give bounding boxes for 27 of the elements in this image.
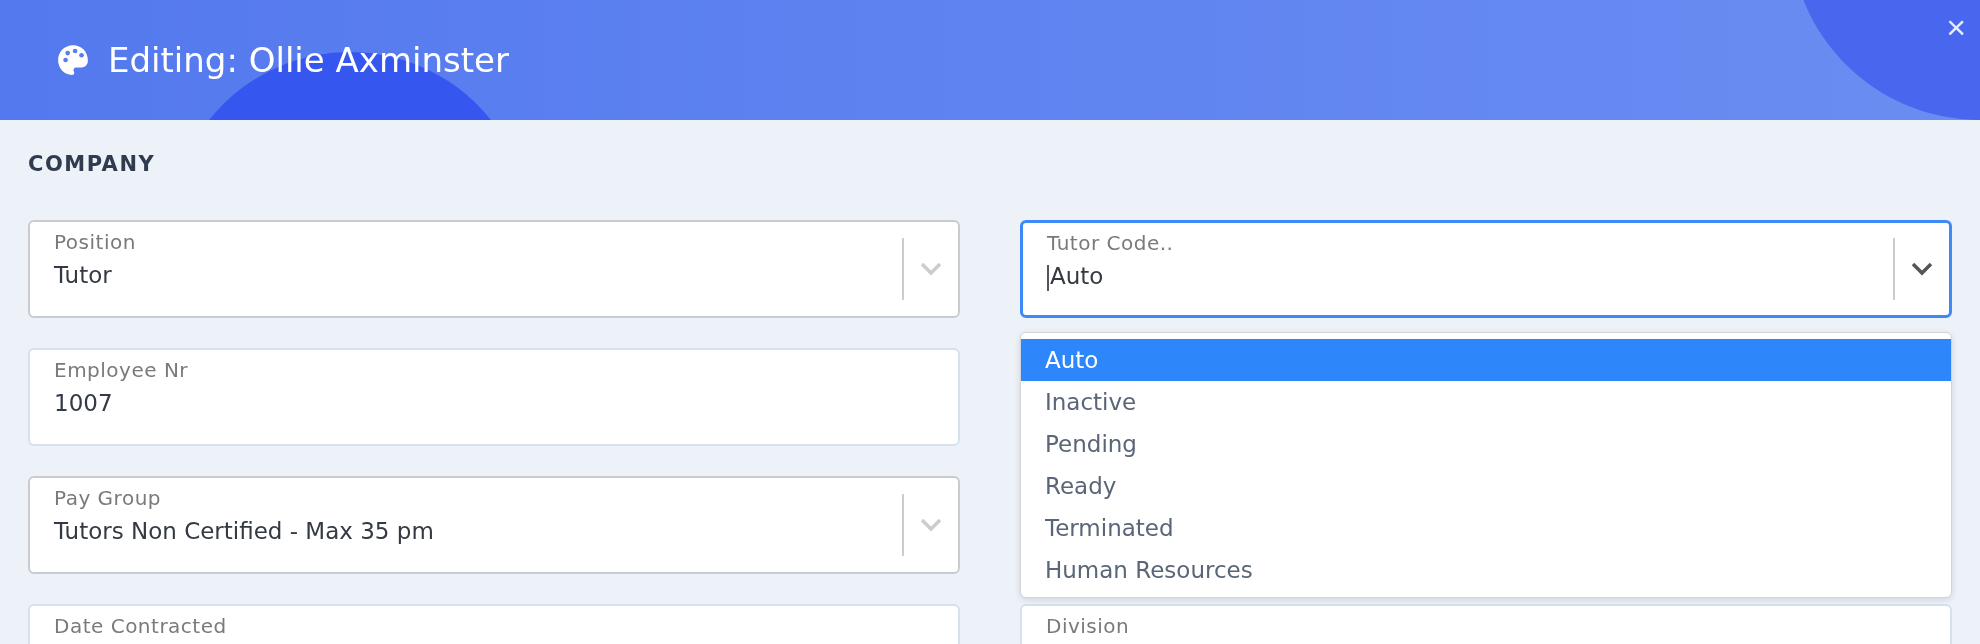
field-label: Pay Group <box>54 486 162 510</box>
dropdown-option[interactable]: Inactive <box>1021 381 1951 423</box>
chevron-down-icon[interactable] <box>1911 262 1933 276</box>
section-title: COMPANY <box>28 152 157 176</box>
dropdown-option[interactable]: Human Resources <box>1021 549 1951 591</box>
field-value: Tutor <box>54 262 113 288</box>
field-label: Employee Nr <box>54 358 190 382</box>
field-label: Tutor Code.. <box>1047 231 1175 255</box>
dropdown-option[interactable]: Ready <box>1021 465 1951 507</box>
input-field[interactable]: Employee Nr 1007 <box>28 348 960 446</box>
input-field[interactable]: Date Contracted <box>28 604 960 644</box>
close-button[interactable]: × <box>1940 10 1972 44</box>
dialog-title: Editing: Ollie Axminster <box>108 40 509 80</box>
field-label: Position <box>54 230 137 254</box>
field-label: Date Contracted <box>54 614 228 638</box>
dropdown-option[interactable]: Auto <box>1021 339 1951 381</box>
dropdown-option[interactable]: Terminated <box>1021 507 1951 549</box>
select-field[interactable]: Position Tutor <box>28 220 960 318</box>
field-label: Division <box>1046 614 1131 638</box>
palette-icon <box>56 43 90 77</box>
dropdown-option[interactable]: Pending <box>1021 423 1951 465</box>
field-value: Tutors Non Certified - Max 35 pm <box>54 518 435 544</box>
select-field[interactable]: Tutor Code.. Auto <box>1020 220 1952 318</box>
field-value: 1007 <box>54 390 114 416</box>
field-value: Auto <box>1047 263 1893 291</box>
input-field[interactable]: Division <box>1020 604 1952 644</box>
select-field[interactable]: Pay Group Tutors Non Certified - Max 35 pm <box>28 476 960 574</box>
